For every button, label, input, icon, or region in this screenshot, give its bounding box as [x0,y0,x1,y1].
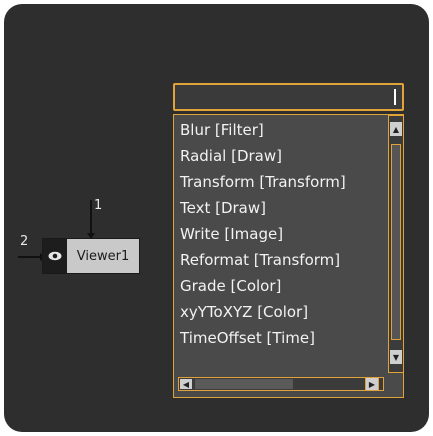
node-search-results[interactable]: Blur [Filter] Radial [Draw] Transform [T… [173,114,404,398]
eye-icon[interactable] [43,239,67,273]
list-item-blur[interactable]: Blur [Filter] [174,117,384,143]
list-item-write[interactable]: Write [Image] [174,221,384,247]
input-label-2: 2 [20,234,29,249]
results-list: Blur [Filter] Radial [Draw] Transform [T… [174,117,384,351]
horizontal-scrollbar[interactable]: ◀ [178,377,384,391]
list-item-grade[interactable]: Grade [Color] [174,273,384,299]
list-item-xyytoxyz[interactable]: xyYToXYZ [Color] [174,299,384,325]
viewer-node[interactable]: Viewer1 [42,238,140,274]
list-item-reformat[interactable]: Reformat [Transform] [174,247,384,273]
triangle-down-icon[interactable]: ▼ [390,350,402,364]
vertical-scroll-thumb[interactable] [391,144,401,340]
vertical-scrollbar[interactable]: ▲ ▼ [388,115,403,373]
text-caret [394,89,396,105]
viewer-node-label: Viewer1 [67,239,139,273]
triangle-left-icon[interactable]: ◀ [180,379,192,389]
list-item-text[interactable]: Text [Draw] [174,195,384,221]
viewer-input-pipe-1[interactable] [90,200,92,236]
viewer-input-pipe-2[interactable] [18,256,42,258]
horizontal-scroll-thumb[interactable] [195,379,293,389]
list-item-transform[interactable]: Transform [Transform] [174,169,384,195]
node-search-input[interactable] [173,83,404,111]
node-graph-canvas[interactable]: 1 2 Viewer1 Blur [Filter] Radial [Draw] … [4,4,429,432]
input-label-1: 1 [94,198,103,213]
triangle-up-icon[interactable]: ▲ [390,122,402,136]
list-item-radial[interactable]: Radial [Draw] [174,143,384,169]
triangle-right-icon[interactable]: ▶ [365,377,379,391]
list-item-timeoffset[interactable]: TimeOffset [Time] [174,325,384,351]
